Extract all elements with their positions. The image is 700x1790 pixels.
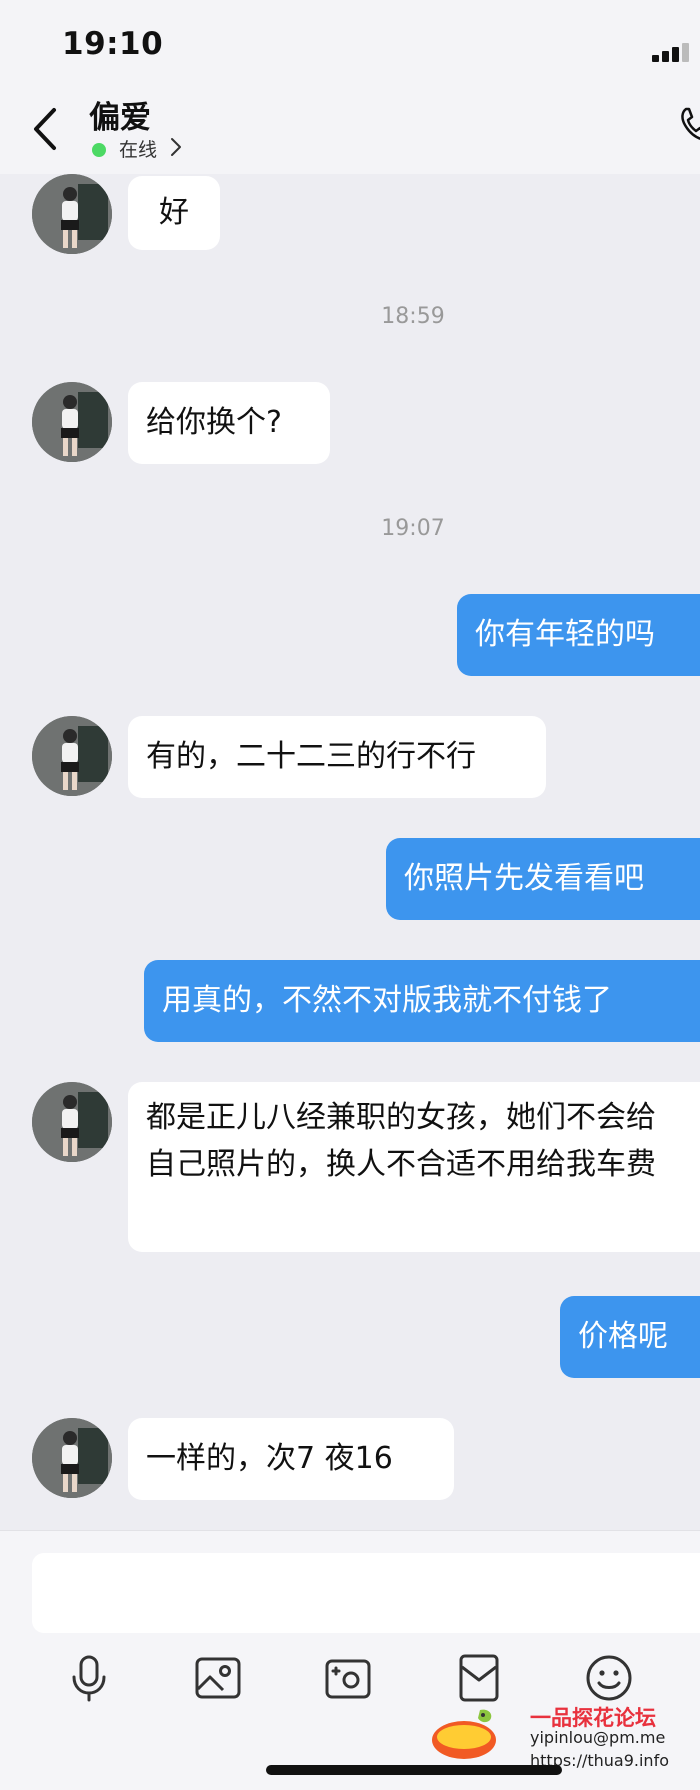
contact-avatar[interactable] xyxy=(32,716,112,796)
message-text: 好 xyxy=(159,195,189,230)
avatar-photo xyxy=(32,1418,112,1498)
camera-icon[interactable] xyxy=(323,1653,373,1703)
message-text: 有的，二十二三的行不行 xyxy=(146,739,476,774)
status-bar: 19:10 xyxy=(0,0,700,90)
presence-status[interactable]: 在线 xyxy=(119,135,157,162)
message-text: 给你换个? xyxy=(146,405,282,440)
chevron-right-icon[interactable] xyxy=(168,136,184,158)
message-bubble-incoming[interactable]: 都是正儿八经兼职的女孩，她们不会给自己照片的，换人不合适不用给我车费 xyxy=(128,1082,700,1252)
message-list[interactable]: 好 18:59 给你换个? 19:07 你有年轻的吗 有的，二十二三的行不行 你… xyxy=(0,174,700,1530)
avatar-photo xyxy=(32,382,112,462)
watermark-email: yipinlou@pm.me xyxy=(530,1728,666,1747)
back-button[interactable] xyxy=(28,106,64,152)
message-text: 都是正儿八经兼职的女孩，她们不会给自己照片的，换人不合适不用给我车费 xyxy=(146,1100,656,1182)
red-packet-icon[interactable] xyxy=(454,1653,504,1703)
watermark-logo xyxy=(432,1709,496,1759)
chevron-left-icon xyxy=(34,108,56,150)
status-time: 19:10 xyxy=(62,26,164,62)
message-bubble-incoming[interactable]: 一样的，次7 夜16 xyxy=(128,1418,454,1500)
message-text: 你照片先发看看吧 xyxy=(404,861,644,896)
message-bubble-outgoing[interactable]: 用真的，不然不对版我就不付钱了 xyxy=(144,960,700,1042)
emoji-icon[interactable] xyxy=(584,1653,634,1703)
contact-name[interactable]: 偏爱 xyxy=(89,92,151,137)
message-text: 价格呢 xyxy=(578,1319,668,1354)
chat-header: 偏爱 在线 xyxy=(0,84,700,174)
message-timestamp: 18:59 xyxy=(381,304,445,329)
contact-avatar[interactable] xyxy=(32,382,112,462)
message-bubble-incoming[interactable]: 有的，二十二三的行不行 xyxy=(128,716,546,798)
avatar-photo xyxy=(32,716,112,796)
home-indicator[interactable] xyxy=(266,1765,562,1775)
online-status-dot xyxy=(92,143,106,157)
phone-call-icon[interactable] xyxy=(680,106,700,142)
avatar-photo xyxy=(32,1082,112,1162)
message-input[interactable] xyxy=(32,1553,700,1633)
signal-icon xyxy=(652,42,700,62)
message-timestamp: 19:07 xyxy=(381,516,445,541)
message-bubble-incoming[interactable]: 给你换个? xyxy=(128,382,330,464)
message-bubble-outgoing[interactable]: 你有年轻的吗 xyxy=(457,594,700,676)
message-text: 你有年轻的吗 xyxy=(475,617,655,652)
contact-avatar[interactable] xyxy=(32,174,112,254)
image-icon[interactable] xyxy=(193,1653,243,1703)
message-text: 用真的，不然不对版我就不付钱了 xyxy=(162,983,612,1018)
message-text: 一样的，次7 夜16 xyxy=(146,1441,393,1476)
message-bubble-incoming[interactable]: 好 xyxy=(128,176,220,250)
microphone-icon[interactable] xyxy=(64,1653,114,1703)
message-bubble-outgoing[interactable]: 你照片先发看看吧 xyxy=(386,838,700,920)
contact-avatar[interactable] xyxy=(32,1418,112,1498)
avatar-photo xyxy=(32,174,112,254)
message-bubble-outgoing[interactable]: 价格呢 xyxy=(560,1296,700,1378)
contact-avatar[interactable] xyxy=(32,1082,112,1162)
